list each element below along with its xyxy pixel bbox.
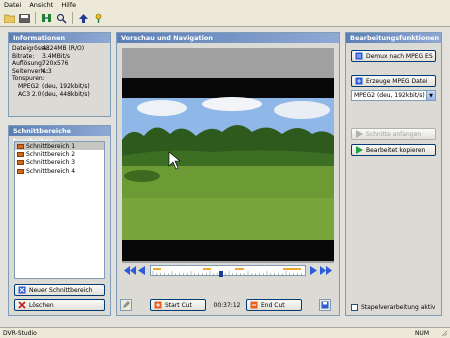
chevron-down-icon[interactable]: ▼ [426,91,435,100]
help-icon[interactable] [92,12,105,25]
edit-panel: Bearbeitungsfunktionen Demux nach MPEG E… [345,32,442,316]
demux-button[interactable]: Demux nach MPEG ES [351,50,436,62]
timecode: 00:37:12 [213,301,241,309]
list-item[interactable]: Schnittbereich 4 [15,167,104,175]
rewind-icon[interactable] [124,266,136,277]
info-row: Auflösung: 720x576 [12,60,69,68]
end-cut-icon [250,301,258,309]
create-mpeg-button[interactable]: Erzeuge MPEG Datei [351,75,436,87]
delete-icon [18,301,26,309]
info-row: MPEG2 (deu, 192kbit/s) [18,82,90,90]
play-icon [355,130,363,138]
timeline-track [152,268,302,277]
info-row: Dateigrösse: 4324MB (R/O) [12,45,85,52]
new-segment-icon [18,286,26,294]
resize-grip-icon[interactable] [441,330,448,338]
new-segment-button[interactable]: Neuer Schnittbereich [14,284,105,296]
search-icon[interactable] [55,12,68,25]
list-item[interactable]: Schnittbereich 2 [15,150,104,158]
cut-icon[interactable] [40,12,53,25]
edit-panel-title: Bearbeitungsfunktionen [346,33,441,43]
num-lock-indicator: NUM [414,329,429,337]
step-forward-icon[interactable] [310,266,317,277]
preview-panel: Vorschau und Navigation Start Cut 00:37:… [116,32,340,316]
start-cuts-button[interactable]: Schnitte anfangen [351,128,436,140]
demux-icon [355,52,363,60]
segments-panel: Schnittbereiche bearbeiten Schnittbereic… [8,125,111,316]
film-icon [17,168,24,174]
start-cut-icon [154,301,162,309]
preview-panel-title: Vorschau und Navigation [117,33,339,43]
toolbar [0,10,450,27]
info-panel: Informationen Dateigrösse: 4324MB (R/O) B… [8,32,111,117]
end-cut-button[interactable]: End Cut [246,299,302,311]
toolbar-separator [72,12,73,24]
info-row: Seitenverh.: 4:3 [12,67,52,75]
menu-ansicht[interactable]: Ansicht [25,1,57,9]
timeline-thumb[interactable] [219,271,223,277]
status-bar: DVR-Studio NUM [0,327,450,338]
fast-forward-icon[interactable] [320,266,332,277]
status-text: DVR-Studio [3,329,37,337]
toolbar-separator [35,12,36,24]
video-area [122,48,334,278]
create-mpeg-icon [355,77,363,85]
info-row: Tonspuren: [12,75,45,83]
info-row: AC3 2.0 (deu, 448kbit/s) [18,90,90,98]
film-icon [17,152,24,158]
film-icon [17,143,24,149]
pen-icon[interactable] [120,299,132,311]
timeline-bar [122,263,334,278]
menu-bar: Datei Ansicht Hilfe [0,0,450,10]
format-select[interactable]: MPEG2 (deu, 192kbit/s) ▼ [351,90,436,101]
segments-panel-title: Schnittbereiche bearbeiten [9,126,110,145]
info-row: Bitrate: 3.4MBit/s [12,52,71,60]
menu-datei[interactable]: Datei [0,1,25,9]
batch-checkbox[interactable] [351,304,358,311]
copy-edited-button[interactable]: Bearbeitet kopieren [351,144,436,156]
upload-icon[interactable] [77,12,90,25]
delete-segment-button[interactable]: Löschen [14,299,105,311]
batch-checkbox-row[interactable]: Stapelverarbeitung aktiv [351,304,435,311]
step-back-icon[interactable] [138,266,145,277]
menu-hilfe[interactable]: Hilfe [57,1,80,9]
video-frame[interactable] [122,48,334,278]
open-folder-icon[interactable] [3,12,16,25]
timeline-slider[interactable] [150,265,306,277]
film-icon [17,160,24,166]
play-icon [355,146,363,154]
save-icon[interactable] [18,12,31,25]
info-panel-title: Informationen [9,33,110,43]
info-list: Dateigrösse: 4324MB (R/O) Bitrate: 3.4MBit… [9,43,110,100]
start-cut-button[interactable]: Start Cut [150,299,206,311]
save-icon[interactable] [319,299,331,311]
list-item[interactable]: Schnittbereich 3 [15,159,104,167]
list-item[interactable]: Schnittbereich 1 [15,142,104,151]
segments-list[interactable]: Schnittbereich 1 Schnittbereich 2 Schnit… [14,141,105,279]
